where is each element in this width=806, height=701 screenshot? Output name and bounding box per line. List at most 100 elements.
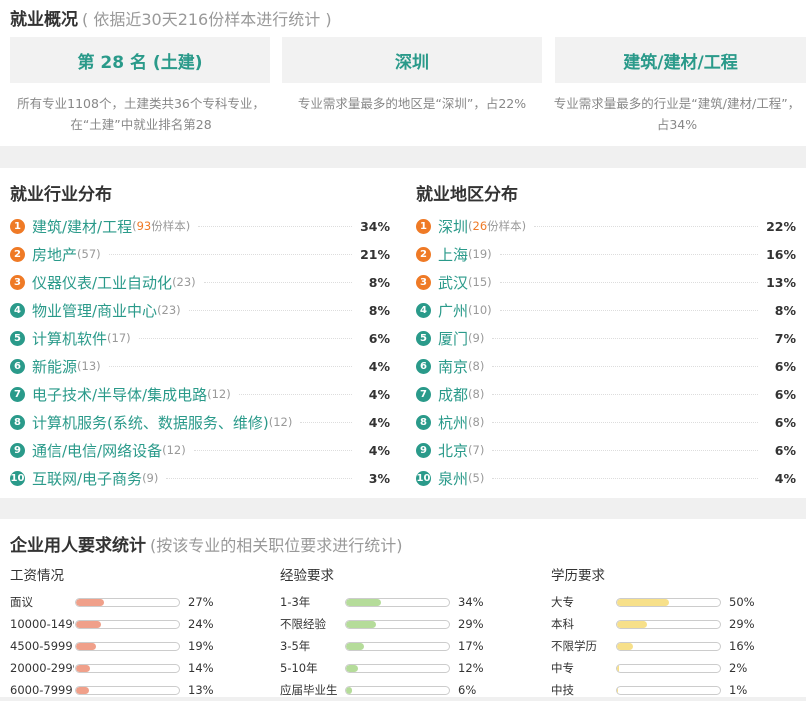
rank-badge: 3 [10,274,25,290]
industry-item-name[interactable]: 计算机软件 [32,328,107,349]
req-label: 不限经验 [280,617,326,631]
industry-item-pct: 4% [368,386,390,402]
region-item-name[interactable]: 杭州 [438,412,468,433]
industry-item[interactable]: 2 房地产 (57) 21% [10,240,390,268]
region-item-name[interactable]: 北京 [438,440,468,461]
req-bar [75,685,180,695]
region-item[interactable]: 6 南京 (8) 6% [416,352,796,380]
region-item-name[interactable]: 泉州 [438,468,468,489]
req-row: 3-5年 17% [280,635,530,657]
region-item-name[interactable]: 深圳 [438,216,468,237]
industry-item-count: (93份样本) [132,219,191,233]
req-bar [75,641,180,651]
req-bar [616,685,721,695]
industry-item-name[interactable]: 计算机服务(系统、数据服务、维修) [32,412,269,433]
req-label: 5-10年 [280,661,318,675]
industry-item-name[interactable]: 通信/电信/网络设备 [32,440,162,461]
industry-item[interactable]: 10 互联网/电子商务 (9) 3% [10,464,390,492]
region-item-name[interactable]: 南京 [438,356,468,377]
industry-item-name[interactable]: 仪器仪表/工业自动化 [32,272,172,293]
dotted-leader [203,281,352,283]
dotted-leader [492,365,758,367]
region-item-pct: 7% [774,330,796,346]
top-region-card: 深圳 [282,37,542,83]
rank-badge: 4 [416,302,431,318]
rank-badge: 5 [10,330,25,346]
rank-badge: 7 [416,386,431,402]
region-item-count: (19) [468,247,492,261]
industry-item-name[interactable]: 房地产 [32,244,77,265]
region-item[interactable]: 5 厦门 (9) 7% [416,324,796,352]
industry-item[interactable]: 5 计算机软件 (17) 6% [10,324,390,352]
region-item[interactable]: 9 北京 (7) 6% [416,436,796,464]
region-item-count: (8) [468,387,485,401]
industry-item-name[interactable]: 互联网/电子商务 [32,468,142,489]
dotted-leader [492,449,758,451]
req-column-title: 工资情况 [10,568,64,584]
req-bar-fill [617,664,620,672]
dotted-leader [492,477,758,479]
industry-item[interactable]: 8 计算机服务(系统、数据服务、维修) (12) 4% [10,408,390,436]
region-item[interactable]: 8 杭州 (8) 6% [416,408,796,436]
region-item[interactable]: 1 深圳 (26份样本) 22% [416,212,796,240]
req-pct: 6% [458,683,477,697]
req-pct: 29% [729,617,755,631]
region-item-count: (10) [468,303,492,317]
region-item-name[interactable]: 广州 [438,300,468,321]
region-item-count: (5) [468,471,485,485]
region-item-name[interactable]: 上海 [438,244,468,265]
req-bar-fill [346,620,376,628]
region-item-pct: 6% [774,442,796,458]
req-pct: 50% [729,595,755,609]
rank-badge: 4 [10,302,25,318]
req-bar [75,663,180,673]
req-pct: 1% [729,683,748,697]
sample-suffix: 份样本 [151,219,186,233]
region-item[interactable]: 10 泉州 (5) 4% [416,464,796,492]
industry-item[interactable]: 4 物业管理/商业中心 (23) 8% [10,296,390,324]
industry-item-name[interactable]: 物业管理/商业中心 [32,300,157,321]
industry-item[interactable]: 3 仪器仪表/工业自动化 (23) 8% [10,268,390,296]
industry-item[interactable]: 1 建筑/建材/工程 (93份样本) 34% [10,212,390,240]
rank-badge: 9 [416,442,431,458]
req-column-title: 经验要求 [280,568,334,584]
industry-item-name[interactable]: 建筑/建材/工程 [32,216,132,237]
req-bar-fill [346,664,359,672]
req-bar-fill [346,642,364,650]
region-item-name[interactable]: 武汉 [438,272,468,293]
dotted-leader [534,225,758,227]
region-item-count: (9) [468,331,485,345]
dotted-leader [492,393,758,395]
region-item-name[interactable]: 成都 [438,384,468,405]
industry-item-count: (23) [172,275,196,289]
req-row: 面议 27% [10,591,260,613]
req-bar-fill [617,598,669,606]
req-bar-fill [617,620,647,628]
dotted-leader [166,477,352,479]
overview-title: 就业概况( 依据近30天216份样本进行统计 ) [10,10,332,30]
industry-item-name[interactable]: 新能源 [32,356,77,377]
requirements-title: 企业用人要求统计 (按该专业的相关职位要求进行统计) [10,536,403,556]
industry-item-pct: 4% [368,442,390,458]
req-label: 3-5年 [280,639,311,653]
dotted-leader [108,253,352,255]
rank-badge: 1 [10,218,25,234]
region-item-name[interactable]: 厦门 [438,328,468,349]
industry-item-name[interactable]: 电子技术/半导体/集成电路 [32,384,207,405]
req-bar [345,663,450,673]
industry-item[interactable]: 7 电子技术/半导体/集成电路 (12) 4% [10,380,390,408]
req-pct: 12% [458,661,484,675]
req-row: 中技 1% [551,679,801,701]
industry-item[interactable]: 6 新能源 (13) 4% [10,352,390,380]
region-item[interactable]: 7 成都 (8) 6% [416,380,796,408]
overview-subtitle: ( 依据近30天216份样本进行统计 ) [82,10,332,29]
req-label: 本科 [551,617,574,631]
req-row: 20000-29999 14% [10,657,260,679]
region-item[interactable]: 3 武汉 (15) 13% [416,268,796,296]
region-item[interactable]: 2 上海 (19) 16% [416,240,796,268]
industry-item-count: (9) [142,471,159,485]
industry-item[interactable]: 9 通信/电信/网络设备 (12) 4% [10,436,390,464]
dotted-leader [300,421,352,423]
rank-badge: 8 [10,414,25,430]
region-item[interactable]: 4 广州 (10) 8% [416,296,796,324]
